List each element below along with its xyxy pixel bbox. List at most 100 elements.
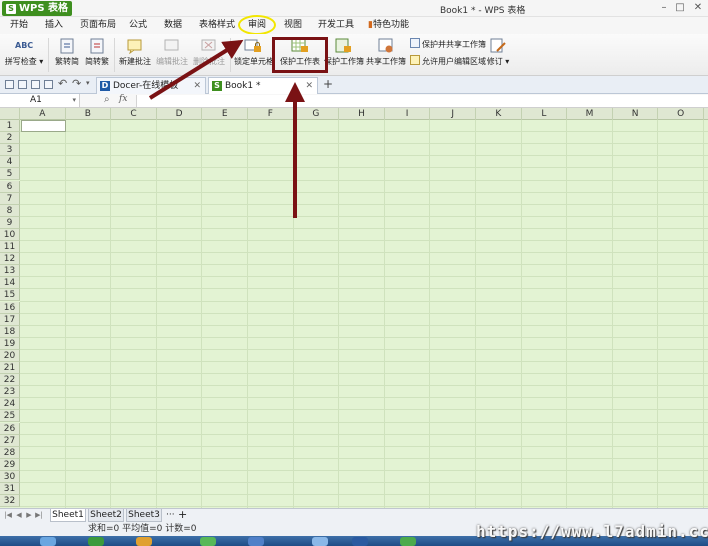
to-traditional-button[interactable]: 繁转简 xyxy=(54,34,80,74)
column-header[interactable]: M xyxy=(567,108,613,120)
taskbar-app-icon[interactable] xyxy=(88,537,104,546)
column-header[interactable]: O xyxy=(658,108,704,120)
delete-comment-button[interactable]: 删除批注 xyxy=(192,34,226,74)
column-header[interactable]: A xyxy=(20,108,66,120)
column-header[interactable]: L xyxy=(522,108,568,120)
column-header[interactable]: I xyxy=(385,108,431,120)
row-header[interactable]: 20 xyxy=(0,349,20,362)
close-tab-icon[interactable]: ✕ xyxy=(305,78,313,94)
row-header[interactable]: 21 xyxy=(0,362,20,375)
maximize-icon[interactable]: □ xyxy=(672,0,688,15)
column-header[interactable]: D xyxy=(157,108,203,120)
row-header[interactable]: 3 xyxy=(0,144,20,157)
row-header[interactable]: 2 xyxy=(0,132,20,145)
row-header[interactable]: 32 xyxy=(0,495,20,508)
row-header[interactable]: 18 xyxy=(0,325,20,338)
tab-insert[interactable]: 插入 xyxy=(45,17,63,34)
new-comment-button[interactable]: 新建批注 xyxy=(118,34,152,74)
add-sheet-button[interactable]: + xyxy=(178,508,187,521)
row-header[interactable]: 9 xyxy=(0,216,20,229)
row-header[interactable]: 10 xyxy=(0,228,20,241)
close-tab-icon[interactable]: ✕ xyxy=(193,78,201,94)
row-header[interactable]: 7 xyxy=(0,192,20,205)
row-header[interactable]: 5 xyxy=(0,168,20,181)
minimize-icon[interactable]: – xyxy=(656,0,672,15)
next-sheet-icon[interactable]: ▶ xyxy=(25,511,33,520)
column-header[interactable]: J xyxy=(430,108,476,120)
print-icon[interactable] xyxy=(18,80,27,89)
tab-formulas[interactable]: 公式 xyxy=(129,17,147,34)
share-workbook-button[interactable]: 共享工作簿 xyxy=(366,34,406,74)
to-simplified-button[interactable]: 简转繁 xyxy=(84,34,110,74)
tab-home[interactable]: 开始 xyxy=(10,17,28,34)
row-header[interactable]: 6 xyxy=(0,180,20,193)
sheet-tab-sheet3[interactable]: Sheet3 xyxy=(126,509,162,522)
row-header[interactable]: 19 xyxy=(0,337,20,350)
undo-icon[interactable]: ↶ xyxy=(58,77,67,90)
sheet-tab-sheet1[interactable]: Sheet1 xyxy=(50,509,86,522)
sheet-tab-sheet2[interactable]: Sheet2 xyxy=(88,509,124,522)
tab-data[interactable]: 数据 xyxy=(164,17,182,34)
spell-check-button[interactable]: ABC 拼写检查 ▾ xyxy=(4,34,44,74)
taskbar-app-icon[interactable] xyxy=(352,537,368,546)
protect-workbook-button[interactable]: 保护工作簿 xyxy=(324,34,364,74)
row-header[interactable]: 27 xyxy=(0,434,20,447)
last-sheet-icon[interactable]: ▶| xyxy=(35,511,43,520)
column-header[interactable]: G xyxy=(294,108,340,120)
column-header[interactable]: H xyxy=(339,108,385,120)
row-header[interactable]: 25 xyxy=(0,410,20,423)
column-header[interactable]: B xyxy=(66,108,112,120)
tab-developer[interactable]: 开发工具 xyxy=(318,17,354,34)
row-header[interactable]: 26 xyxy=(0,422,20,435)
row-header[interactable]: 13 xyxy=(0,265,20,278)
taskbar-app-icon[interactable] xyxy=(200,537,216,546)
taskbar-app-icon[interactable] xyxy=(248,537,264,546)
name-box[interactable]: A1 ▾ xyxy=(0,94,80,107)
tab-table-style[interactable]: 表格样式 xyxy=(199,17,235,34)
column-header[interactable]: E xyxy=(202,108,248,120)
new-tab-icon[interactable]: + xyxy=(323,77,333,91)
tab-special-features[interactable]: ▮特色功能 xyxy=(368,17,409,34)
row-header[interactable]: 31 xyxy=(0,483,20,496)
tab-review[interactable]: 审阅 xyxy=(238,15,277,35)
protect-and-share-button[interactable]: 保护并共享工作簿 xyxy=(410,38,486,51)
taskbar-app-icon[interactable] xyxy=(40,537,56,546)
track-changes-button[interactable]: 修订 ▾ xyxy=(486,34,510,74)
column-header[interactable]: F xyxy=(248,108,294,120)
close-icon[interactable]: ✕ xyxy=(690,0,706,15)
prev-sheet-icon[interactable]: ◀ xyxy=(15,511,23,520)
edit-comment-button[interactable]: 编辑批注 xyxy=(155,34,189,74)
taskbar-app-icon[interactable] xyxy=(400,537,416,546)
more-sheets-button[interactable]: ··· xyxy=(166,510,175,520)
row-header[interactable]: 29 xyxy=(0,458,20,471)
column-header[interactable]: K xyxy=(476,108,522,120)
row-header[interactable]: 17 xyxy=(0,313,20,326)
column-header[interactable]: C xyxy=(111,108,157,120)
save-icon[interactable] xyxy=(5,80,14,89)
taskbar-app-icon[interactable] xyxy=(136,537,152,546)
row-header[interactable]: 4 xyxy=(0,156,20,169)
print-preview-icon[interactable] xyxy=(31,80,40,89)
name-box-dropdown-icon[interactable]: ▾ xyxy=(72,94,76,107)
tab-view[interactable]: 视图 xyxy=(284,17,302,34)
lock-cell-button[interactable]: 锁定单元格 xyxy=(234,34,274,74)
first-sheet-icon[interactable]: |◀ xyxy=(4,511,12,520)
allow-edit-ranges-button[interactable]: 允许用户编辑区域 xyxy=(410,55,486,68)
row-header[interactable]: 15 xyxy=(0,289,20,302)
select-all-corner[interactable] xyxy=(0,108,20,120)
row-header[interactable]: 24 xyxy=(0,398,20,411)
active-cell-a1[interactable] xyxy=(21,120,66,132)
doc-tab-book1[interactable]: S Book1 * ✕ xyxy=(208,77,318,94)
tab-page-layout[interactable]: 页面布局 xyxy=(80,17,116,34)
quick-access-dropdown-icon[interactable]: ▾ xyxy=(86,79,90,87)
doc-tab-docer[interactable]: D Docer-在线模板 ✕ xyxy=(96,77,206,94)
row-header[interactable]: 23 xyxy=(0,386,20,399)
formula-input[interactable] xyxy=(136,95,708,107)
row-header[interactable]: 30 xyxy=(0,470,20,483)
redo-icon[interactable]: ↷ xyxy=(72,77,81,90)
open-icon[interactable] xyxy=(44,80,53,89)
row-header[interactable]: 16 xyxy=(0,301,20,314)
column-header[interactable]: N xyxy=(613,108,659,120)
taskbar-app-icon[interactable] xyxy=(312,537,328,546)
spreadsheet-grid[interactable]: ABCDEFGHIJKLMNO 1 2 3 4 5 6 7 8 9 10 11 12 13 14 15 16 1… xyxy=(0,108,708,508)
